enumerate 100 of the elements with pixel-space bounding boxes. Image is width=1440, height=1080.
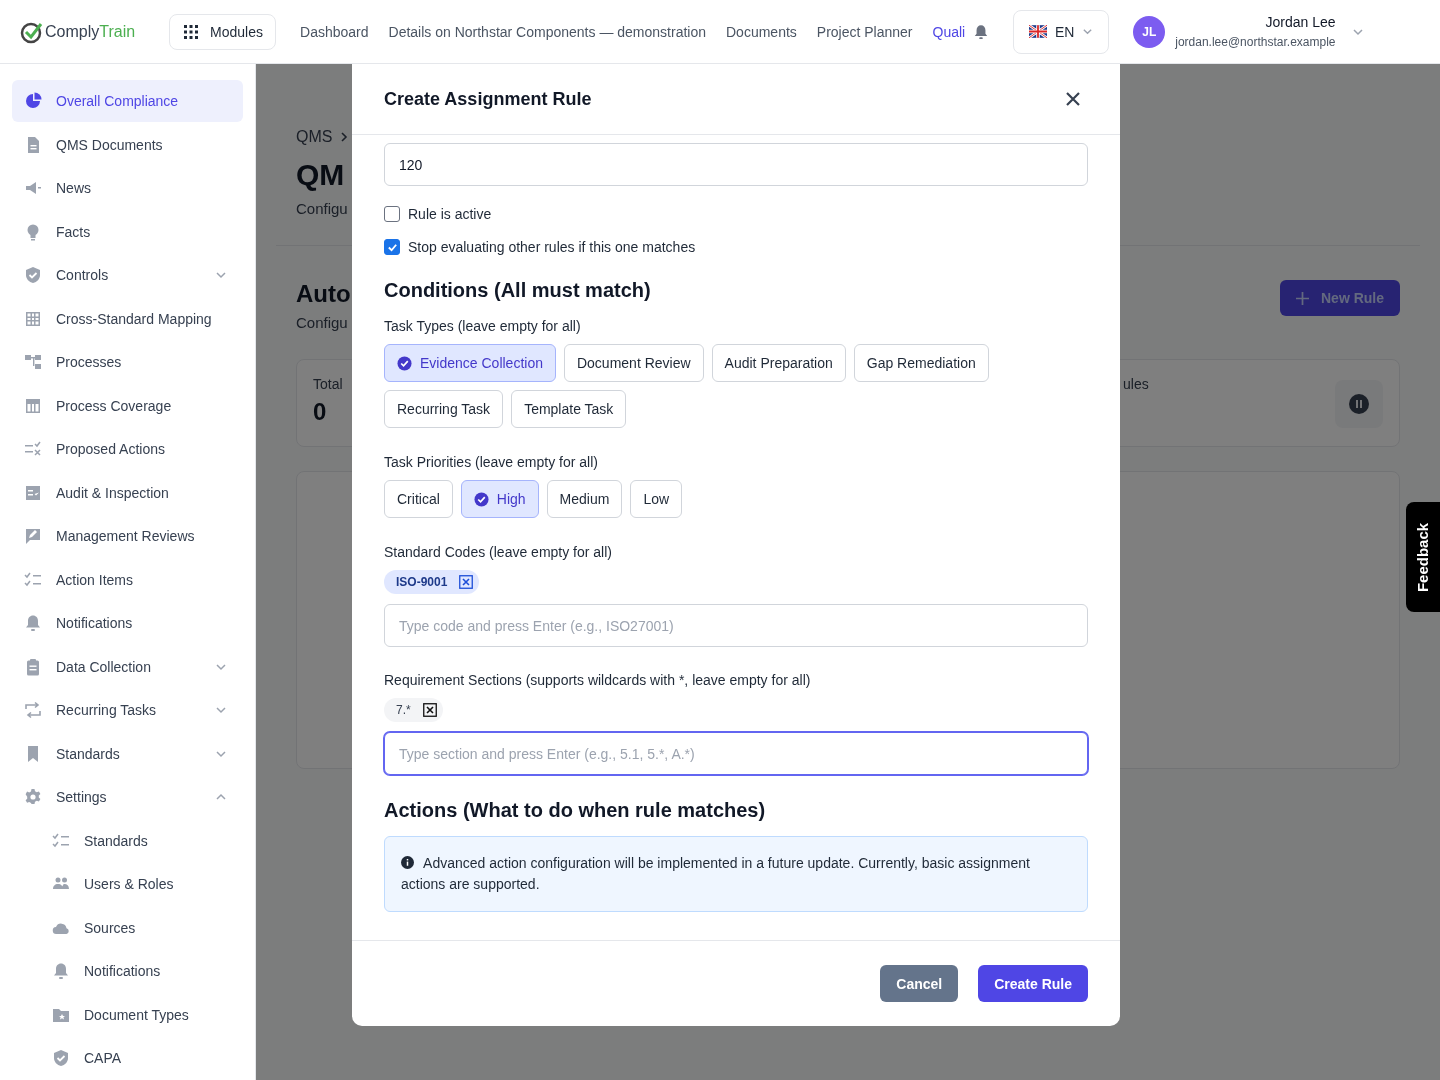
checkbox-label: Rule is active (408, 206, 492, 222)
page-subtitle: Configu (296, 200, 348, 217)
sidebar-item[interactable]: News (12, 167, 243, 209)
flowchart-icon (24, 353, 42, 371)
close-icon[interactable] (1066, 92, 1080, 106)
nav-link[interactable]: Quali (932, 23, 966, 40)
cancel-button[interactable]: Cancel (880, 965, 959, 1002)
check-circle-icon (473, 491, 489, 507)
shield-check-icon (24, 266, 42, 284)
table-icon (24, 396, 42, 415)
checklist-icon (24, 570, 42, 589)
repeat-icon (24, 701, 42, 719)
avatar[interactable]: JL (1133, 15, 1166, 48)
sidebar-item[interactable]: Processes (12, 341, 243, 383)
sidebar-item[interactable]: Management Reviews (12, 515, 243, 557)
bell-icon (24, 614, 42, 632)
checkbox-label: Stop evaluating other rules if this one matches (408, 239, 696, 255)
nav-link[interactable]: Details on Northstar Components — demonstration (388, 23, 706, 40)
option-chip[interactable]: Medium (546, 480, 623, 518)
sidebar-item[interactable]: Standards (12, 819, 243, 862)
breadcrumb-link[interactable]: QMS (296, 128, 333, 146)
page-title: QM (296, 158, 345, 192)
nav-link[interactable]: Project Planner (816, 23, 913, 40)
option-chip[interactable]: Recurring Task (384, 390, 504, 428)
section-heading: Actions (What to do when rule matches) (384, 799, 767, 822)
grid-icon (24, 309, 42, 328)
section-title: Auto (296, 280, 351, 308)
sidebar-item[interactable]: Users & Roles (12, 863, 243, 905)
megaphone-icon (24, 179, 42, 197)
modules-button[interactable]: Modules (169, 13, 276, 50)
chevron-icon (1082, 26, 1094, 37)
chat-icon (24, 527, 42, 545)
checkbox[interactable] (384, 239, 400, 255)
info-icon (401, 856, 414, 869)
user-name: Jordan Lee (1265, 14, 1336, 30)
sidebar-item[interactable]: Process Coverage (12, 384, 243, 427)
stat-value: 0 (313, 398, 328, 426)
sidebar-item[interactable]: Data Collection (12, 645, 243, 688)
remove-icon[interactable] (422, 703, 437, 717)
chevron-icon[interactable] (215, 704, 227, 716)
create-button[interactable]: Create Rule (978, 965, 1088, 1002)
sidebar-item[interactable]: Document Types (12, 993, 243, 1036)
pie-chart-icon (24, 92, 42, 110)
bell-icon (973, 22, 990, 41)
dialog-title: Create Assignment Rule (384, 88, 592, 110)
sidebar-item[interactable]: CAPA (12, 1037, 243, 1079)
sidebar-item[interactable]: Sources (12, 906, 243, 949)
sidebar-item[interactable]: Settings (12, 776, 243, 818)
sidebar-item[interactable]: Recurring Tasks (12, 689, 243, 731)
feedback-tab[interactable]: Feedback (1406, 502, 1440, 612)
tag-label: ISO-9001 (396, 575, 448, 589)
sidebar-item[interactable]: Cross-Standard Mapping (12, 297, 243, 340)
chevron-icon[interactable] (215, 269, 227, 281)
sidebar-item[interactable]: Standards (12, 732, 243, 775)
pause-icon (1349, 394, 1369, 414)
sidebar-item[interactable]: Overall Compliance (12, 80, 243, 122)
check-icon (386, 241, 398, 253)
shield-check-icon (52, 1049, 70, 1067)
option-chip[interactable]: Critical (384, 480, 453, 518)
grid-icon (184, 24, 199, 39)
sidebar-item[interactable]: Action Items (12, 558, 243, 601)
option-chip[interactable]: Low (630, 480, 683, 518)
plus-icon (1296, 291, 1309, 305)
checklist-icon (52, 831, 70, 850)
option-chip[interactable]: Template Task (511, 390, 627, 428)
sidebar-item[interactable]: QMS Documents (12, 123, 243, 166)
option-chip[interactable]: High (460, 480, 539, 518)
check-circle-icon (397, 355, 412, 371)
option-chip[interactable]: Document Review (563, 344, 704, 382)
sidebar-item[interactable]: Audit & Inspection (12, 471, 243, 514)
sidebar-item[interactable]: Notifications (12, 950, 243, 992)
flag-icon (1029, 25, 1047, 38)
option-chip[interactable]: Evidence Collection (384, 344, 556, 382)
input-field[interactable]: Type section and press Enter (e.g., 5.1, 5.*, A.*) (384, 732, 1088, 775)
field-label: Requirement Sections (supports wildcards with *, leave empty for all) (384, 672, 812, 688)
info-text: Advanced action configuration will be implemented in a future update. Currently, basic assignment actions are supported. (401, 854, 1031, 894)
option-chip[interactable]: Gap Remediation (853, 344, 989, 382)
field-label: Task Priorities (leave empty for all) (384, 454, 599, 470)
list-icon (24, 440, 42, 458)
tag-label: 7.* (396, 703, 411, 717)
nav-link[interactable]: Documents (726, 23, 797, 40)
checklist-icon (24, 483, 42, 502)
sidebar-item[interactable]: Proposed Actions (12, 428, 243, 470)
nav-link[interactable]: Dashboard (300, 23, 369, 40)
sidebar-item[interactable]: Notifications (12, 602, 243, 644)
stat-label: Total (313, 376, 343, 392)
checkbox[interactable] (384, 206, 400, 222)
section-subtitle: Configu (296, 314, 348, 331)
section-heading: Conditions (All must match) (384, 279, 652, 302)
bell-icon (52, 962, 70, 980)
input-field[interactable]: 120 (384, 143, 1088, 186)
stat-label: ules (1123, 376, 1149, 392)
field-label: Task Types (leave empty for all) (384, 318, 582, 334)
clipboard-icon (24, 657, 42, 676)
user-email: jordan.lee@northstar.example (1175, 35, 1336, 49)
option-chip[interactable]: Audit Preparation (711, 344, 846, 382)
sidebar-item[interactable]: Controls (12, 254, 243, 296)
language-button[interactable]: EN (1013, 9, 1110, 54)
logo-text[interactable]: ComplyTrain (45, 22, 136, 41)
sidebar-item[interactable]: Facts (12, 210, 243, 253)
